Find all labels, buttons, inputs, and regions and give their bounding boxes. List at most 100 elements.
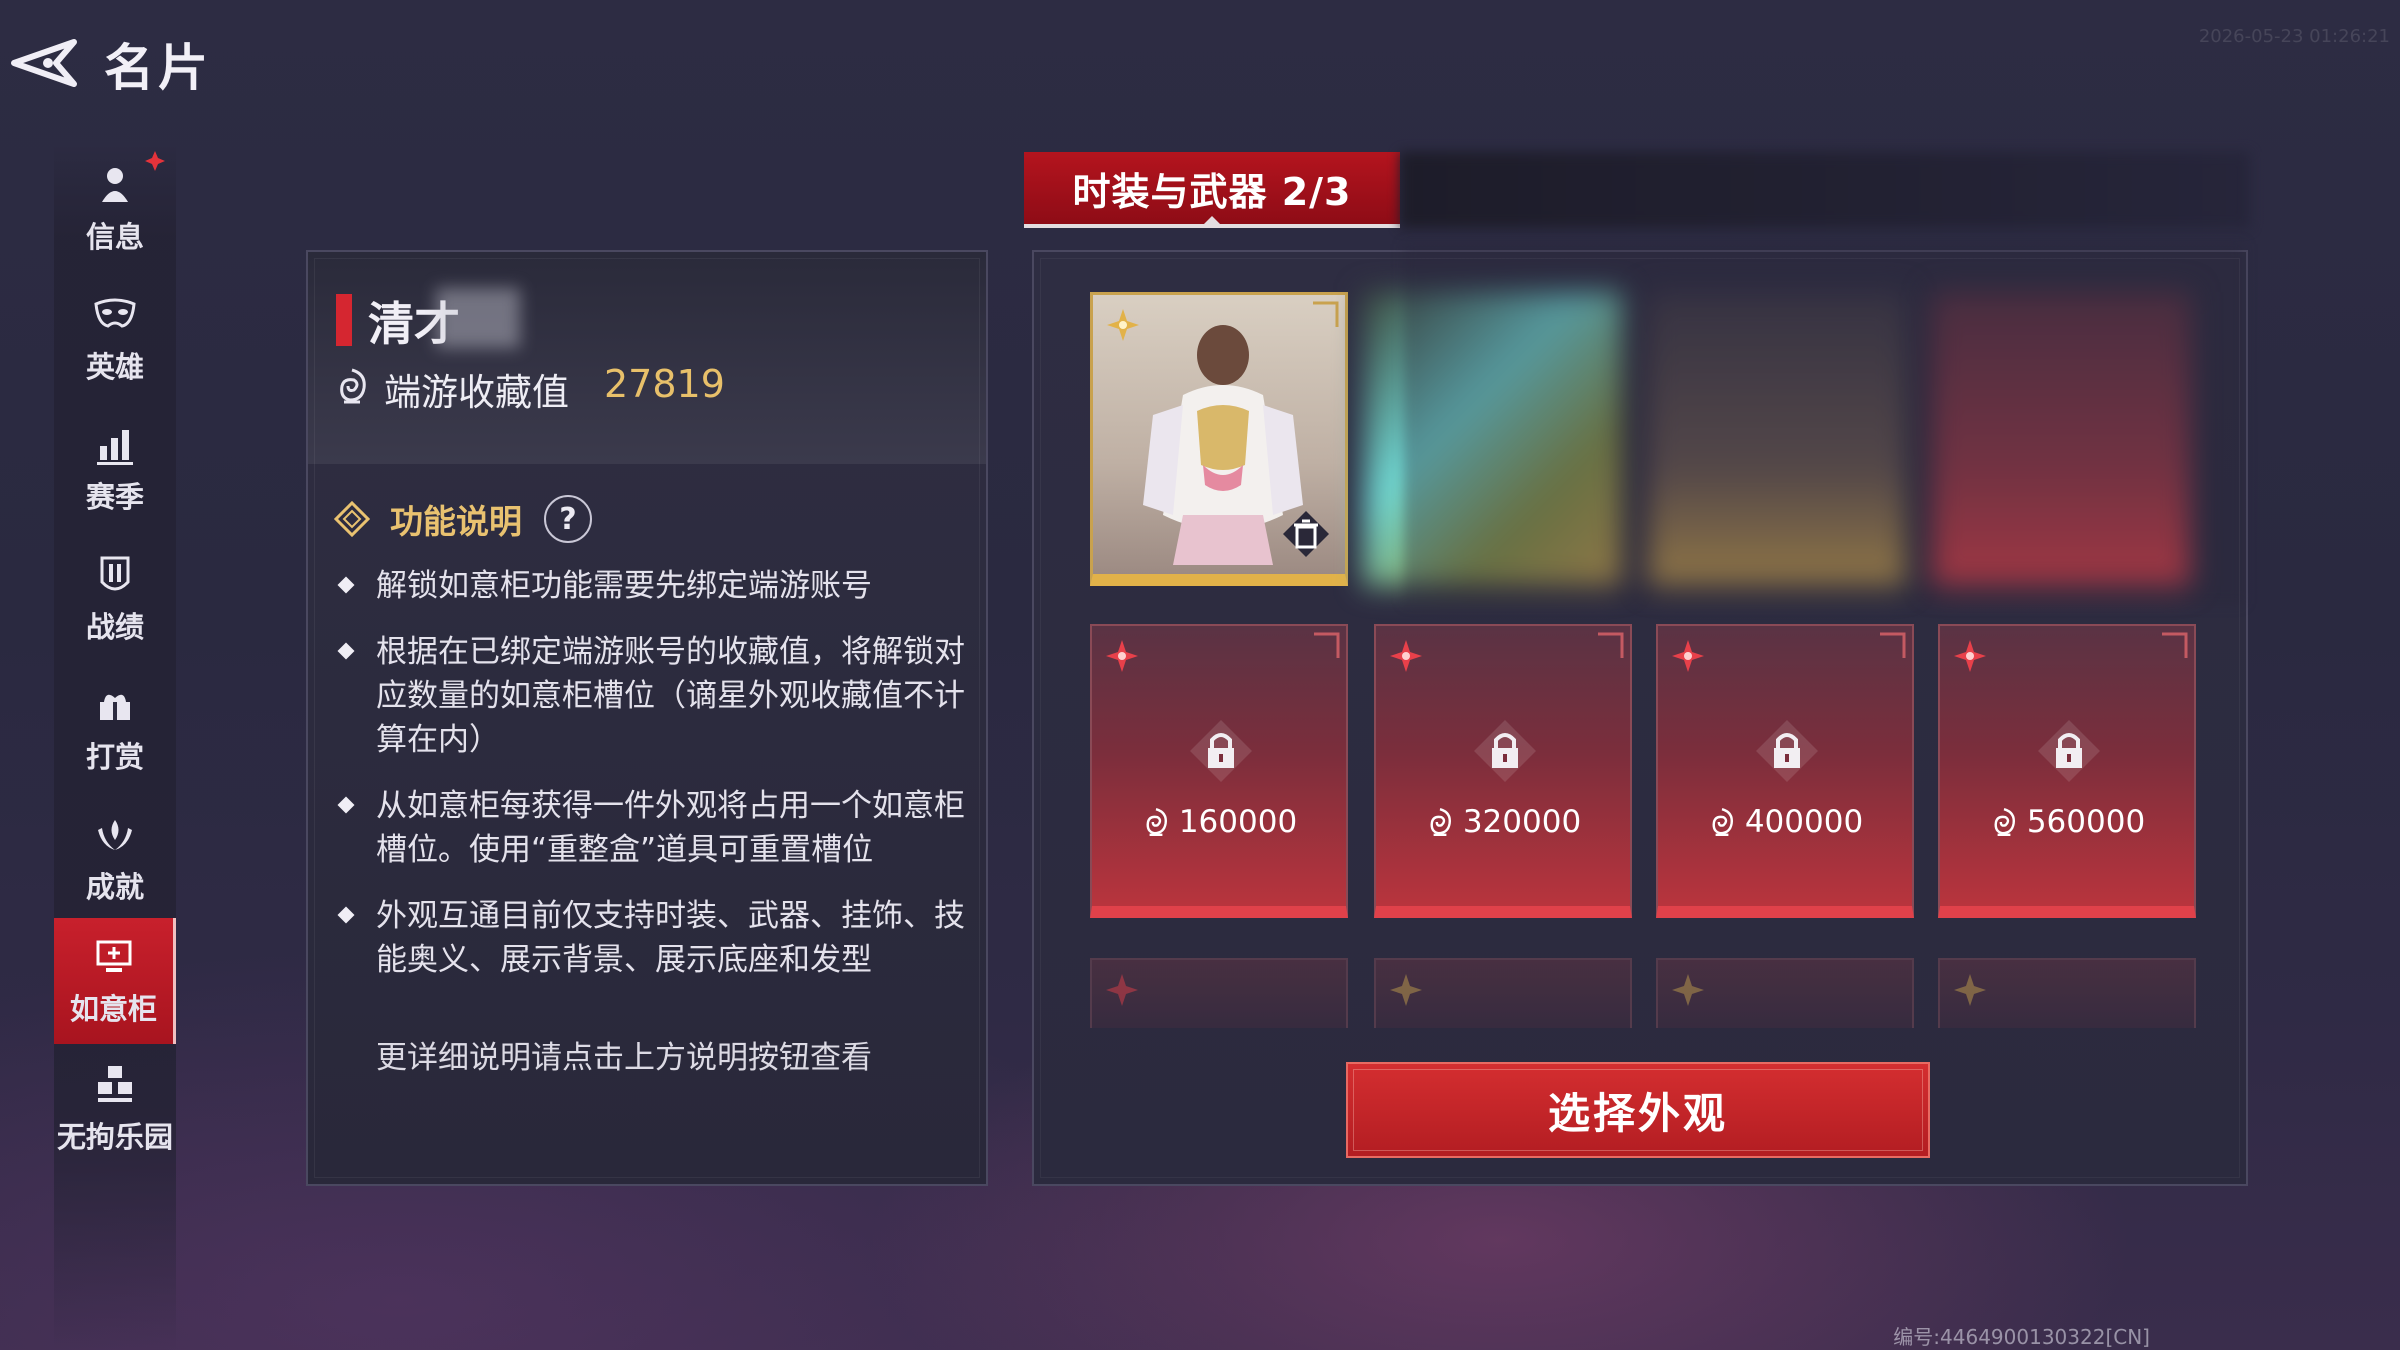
help-button[interactable]: ? bbox=[544, 495, 592, 543]
owned-slot[interactable] bbox=[1090, 292, 1348, 586]
corner-ornament-icon bbox=[1880, 632, 1906, 658]
gold-flower-icon bbox=[1954, 974, 1986, 1006]
bullet-icon bbox=[337, 642, 355, 660]
sidebar: 信息 英雄 赛季 战绩 打赏 成就 如意柜 无拘乐园 bbox=[54, 140, 176, 1350]
sidebar-item-info[interactable]: 信息 bbox=[54, 146, 176, 272]
rule-item: 从如意柜每获得一件外观将占用一个如意柜槽位。使用“重整盒”道具可重置槽位 bbox=[337, 784, 968, 872]
collection-value: 27819 bbox=[604, 362, 725, 406]
sidebar-item-cabinet[interactable]: 如意柜 bbox=[54, 918, 176, 1044]
corner-ornament-icon bbox=[1314, 632, 1340, 658]
collection-icon bbox=[1712, 808, 1733, 836]
red-flower-icon bbox=[1954, 640, 1986, 672]
sidebar-item-reward[interactable]: 打赏 bbox=[54, 666, 176, 792]
lock-icon bbox=[1474, 720, 1536, 782]
collection-label: 端游收藏值 bbox=[384, 371, 569, 414]
cost-value: 160000 bbox=[1178, 804, 1298, 840]
diamond-icon bbox=[334, 501, 370, 537]
collection-icon bbox=[1430, 808, 1451, 836]
unlock-cost: 320000 bbox=[1376, 804, 1630, 840]
rule-text: 解锁如意柜功能需要先绑定端游账号 bbox=[376, 568, 872, 604]
unlock-cost: 400000 bbox=[1658, 804, 1912, 840]
serial-number: 编号:4464900130322[CN] bbox=[1893, 1325, 2150, 1349]
person-icon bbox=[102, 168, 128, 202]
partial-slot[interactable] bbox=[1656, 958, 1914, 1028]
back-arrow-icon bbox=[11, 39, 77, 87]
lock-icon bbox=[1756, 720, 1818, 782]
sidebar-item-label: 英雄 bbox=[85, 350, 144, 384]
cost-value: 560000 bbox=[2026, 804, 2146, 840]
sidebar-item-label: 成就 bbox=[85, 870, 144, 904]
bar-chart-icon bbox=[97, 430, 133, 465]
partial-slot[interactable] bbox=[1374, 958, 1632, 1028]
sidebar-item-paradise[interactable]: 无拘乐园 bbox=[54, 1046, 176, 1172]
collection-icon bbox=[1146, 808, 1167, 836]
cabinet-icon bbox=[96, 940, 131, 972]
blurred-tabs bbox=[1400, 152, 2250, 228]
partial-slot[interactable] bbox=[1938, 958, 2196, 1028]
rule-text: 根据在已绑定端游账号的收藏值，将解锁对应数量的如意柜槽位（谪星外观收藏值不计算在… bbox=[376, 634, 965, 758]
gift-icon bbox=[100, 694, 130, 720]
select-appearance-button[interactable]: 选择外观 bbox=[1346, 1062, 1930, 1158]
bullet-icon bbox=[337, 796, 355, 814]
corner-ornament-icon bbox=[1598, 632, 1624, 658]
red-flower-icon bbox=[1390, 640, 1422, 672]
unlock-cost: 560000 bbox=[1940, 804, 2194, 840]
gold-flower-icon bbox=[1390, 974, 1422, 1006]
cost-value: 400000 bbox=[1744, 804, 1864, 840]
trash-icon[interactable] bbox=[1281, 509, 1331, 559]
rule-item: 外观互通目前仅支持时装、武器、挂饰、技能奥义、展示背景、展示底座和发型 bbox=[337, 894, 968, 982]
sidebar-item-label: 如意柜 bbox=[69, 992, 157, 1026]
corner-ornament-icon bbox=[2162, 632, 2188, 658]
mask-icon bbox=[94, 298, 136, 328]
profile-header: 清才 端游收藏值 27819 bbox=[308, 252, 986, 464]
rule-text: 外观互通目前仅支持时装、武器、挂饰、技能奥义、展示背景、展示底座和发型 bbox=[376, 898, 965, 978]
name-accent-bar bbox=[336, 294, 352, 346]
cabinet-grid: 160000 320000 400000 560000 bbox=[1032, 244, 2248, 1186]
sidebar-item-achievement[interactable]: 成就 bbox=[54, 796, 176, 922]
partial-slot[interactable] bbox=[1090, 958, 1348, 1028]
select-appearance-label: 选择外观 bbox=[1547, 1088, 1728, 1138]
back-button[interactable] bbox=[4, 28, 82, 98]
rules-list: 解锁如意柜功能需要先绑定端游账号 根据在已绑定端游账号的收藏值，将解锁对应数量的… bbox=[337, 564, 968, 1004]
gold-flower-icon bbox=[1672, 974, 1704, 1006]
unlock-cost: 160000 bbox=[1092, 804, 1346, 840]
sidebar-item-label: 无拘乐园 bbox=[56, 1120, 173, 1154]
red-flower-icon bbox=[1672, 640, 1704, 672]
sidebar-item-record[interactable]: 战绩 bbox=[54, 536, 176, 662]
lock-icon bbox=[2038, 720, 2100, 782]
lock-icon bbox=[1190, 720, 1252, 782]
sidebar-item-label: 战绩 bbox=[85, 610, 144, 644]
rule-item: 根据在已绑定端游账号的收藏值，将解锁对应数量的如意柜槽位（谪星外观收藏值不计算在… bbox=[337, 630, 968, 762]
bullet-icon bbox=[337, 906, 355, 924]
rule-item: 解锁如意柜功能需要先绑定端游账号 bbox=[337, 564, 968, 608]
more-info-note: 更详细说明请点击上方说明按钮查看 bbox=[376, 1040, 872, 1076]
red-flower-icon bbox=[1106, 974, 1138, 1006]
sidebar-item-heroes[interactable]: 英雄 bbox=[54, 276, 176, 402]
sidebar-item-season[interactable]: 赛季 bbox=[54, 406, 176, 532]
sidebar-item-label: 打赏 bbox=[85, 740, 144, 774]
notification-dot-icon bbox=[145, 151, 165, 171]
function-header: 功能说明 ? bbox=[334, 492, 592, 546]
cost-value: 320000 bbox=[1462, 804, 1582, 840]
tab-label: 时装与武器 2/3 bbox=[1072, 169, 1352, 214]
sidebar-item-label: 赛季 bbox=[85, 480, 144, 514]
locked-slot[interactable]: 400000 bbox=[1656, 624, 1914, 918]
page-title: 名片 bbox=[104, 39, 212, 97]
locked-slot[interactable]: 320000 bbox=[1374, 624, 1632, 918]
collection-icon bbox=[340, 368, 366, 404]
locked-slot[interactable]: 560000 bbox=[1938, 624, 2196, 918]
bullet-icon bbox=[337, 576, 355, 594]
red-flower-icon bbox=[1106, 640, 1138, 672]
tab-indicator-icon bbox=[1200, 216, 1224, 228]
collection-icon bbox=[1994, 808, 2015, 836]
cubes-icon bbox=[98, 1066, 132, 1102]
rule-text: 从如意柜每获得一件外观将占用一个如意柜槽位。使用“重整盒”道具可重置槽位 bbox=[376, 788, 965, 868]
blur-overlay bbox=[1404, 244, 2244, 604]
sidebar-item-label: 信息 bbox=[85, 220, 144, 254]
locked-slot[interactable]: 160000 bbox=[1090, 624, 1348, 918]
tab-fashion-weapons[interactable]: 时装与武器 2/3 bbox=[1024, 152, 1400, 228]
name-blur bbox=[436, 288, 520, 348]
shield-icon bbox=[100, 556, 130, 591]
info-panel: 清才 端游收藏值 27819 功能说明 ? 解锁如意柜功能需要先绑定端游账号 根… bbox=[306, 250, 988, 1186]
timestamp: 2026-05-23 01:26:21 bbox=[2198, 26, 2390, 47]
